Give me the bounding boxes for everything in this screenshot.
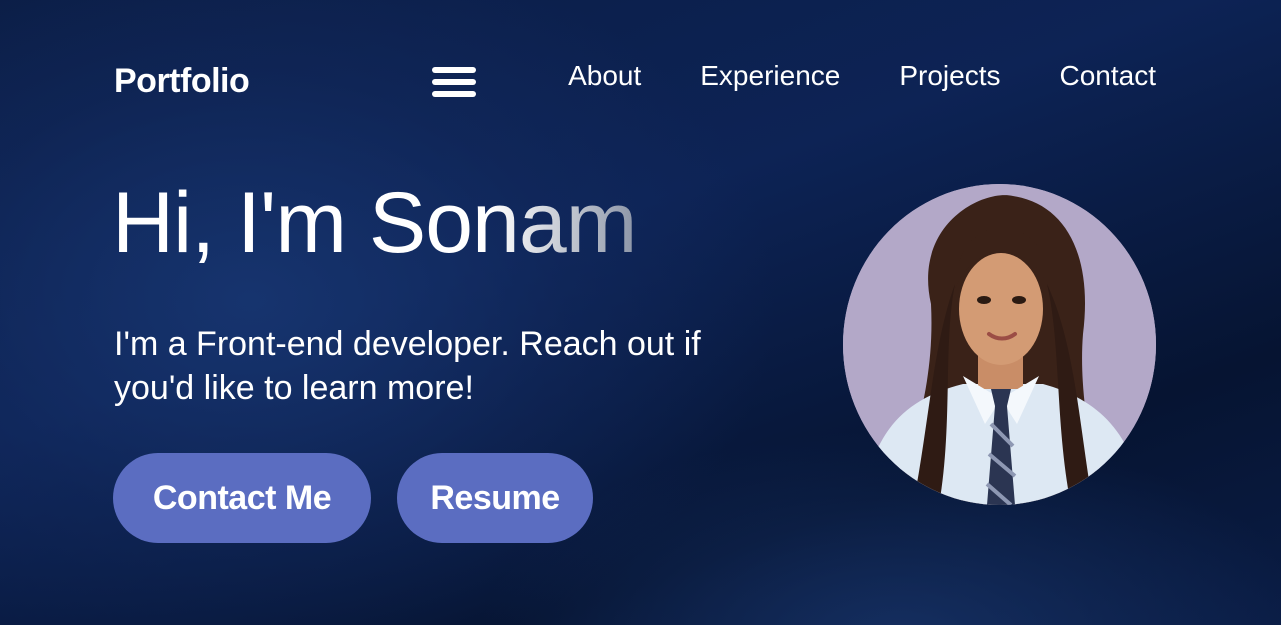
hero-title: Hi, I'm Sonam	[112, 172, 637, 275]
nav-link-contact[interactable]: Contact	[1060, 60, 1157, 92]
nav-links: About Experience Projects Contact	[568, 60, 1156, 92]
hamburger-line	[432, 67, 476, 73]
contact-me-button[interactable]: Contact Me	[113, 453, 371, 543]
hero-buttons: Contact Me Resume	[113, 453, 593, 543]
hamburger-menu-icon[interactable]	[432, 66, 478, 100]
navbar: Portfolio About Experience Projects Cont…	[114, 58, 1156, 108]
hamburger-line	[432, 91, 476, 97]
brand-logo[interactable]: Portfolio	[114, 62, 250, 101]
nav-link-about[interactable]: About	[568, 60, 641, 92]
hero-description: I'm a Front-end developer. Reach out if …	[114, 325, 701, 407]
nav-link-projects[interactable]: Projects	[899, 60, 1000, 92]
profile-photo	[843, 184, 1156, 505]
profile-avatar	[843, 184, 1156, 505]
resume-button[interactable]: Resume	[397, 453, 593, 543]
nav-link-experience[interactable]: Experience	[700, 60, 840, 92]
portfolio-page: Portfolio About Experience Projects Cont…	[0, 0, 1281, 625]
hamburger-line	[432, 79, 476, 85]
